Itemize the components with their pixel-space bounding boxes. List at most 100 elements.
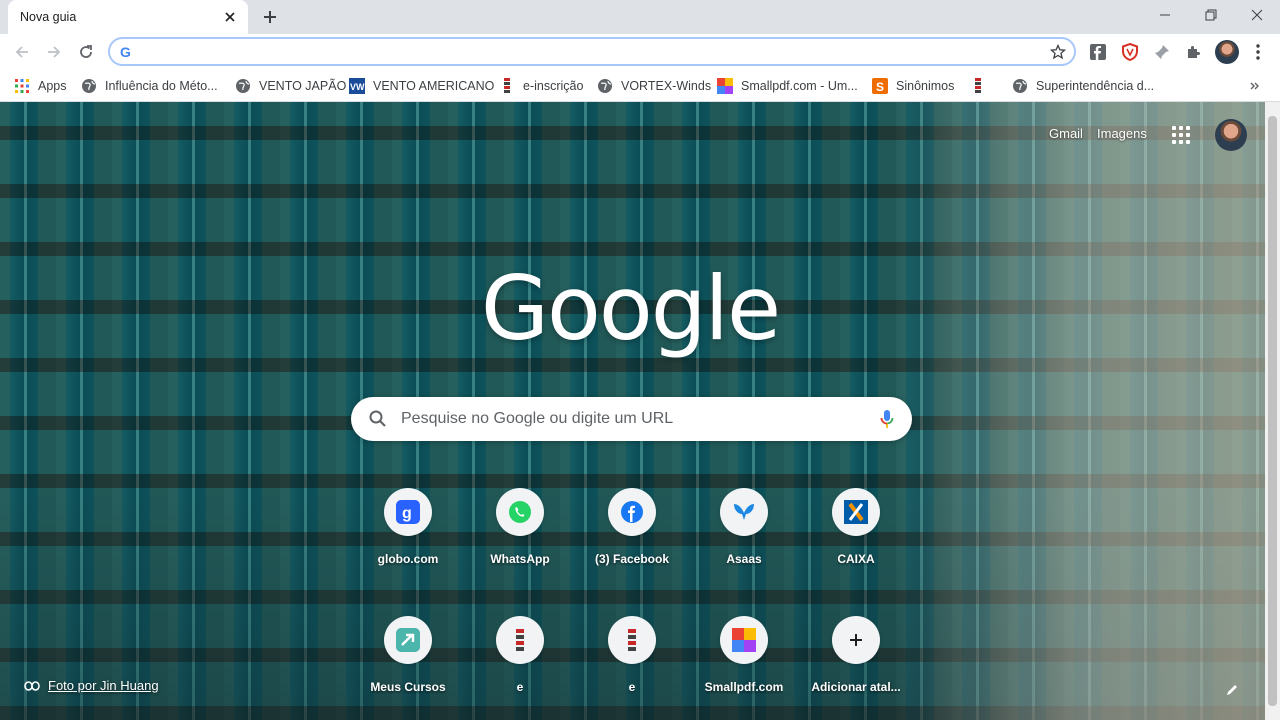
close-tab-icon[interactable]	[222, 9, 238, 25]
shortcut-label: Asaas	[726, 552, 762, 566]
tab-strip: Nova guia	[0, 0, 1280, 34]
bookmark-vento-americano[interactable]: VW VENTO AMERICANO	[349, 75, 494, 97]
bookmark-sinonimos[interactable]: S Sinônimos	[872, 75, 954, 97]
svg-text:g: g	[402, 505, 412, 522]
bookmark-label: VENTO AMERICANO	[373, 79, 495, 93]
pin-extension-icon[interactable]	[1150, 40, 1174, 64]
bookmark-vortex[interactable]: VORTEX-Winds	[597, 75, 711, 97]
bookmarks-overflow-icon[interactable]	[1250, 75, 1260, 97]
asaas-icon	[720, 488, 768, 536]
menu-kebab-icon[interactable]	[1246, 40, 1270, 64]
gmail-link[interactable]: Gmail	[1049, 126, 1083, 141]
profile-avatar[interactable]	[1215, 40, 1239, 64]
facebook-extension-icon[interactable]	[1086, 40, 1110, 64]
shortcut-tile[interactable]: Meus Cursos	[352, 600, 464, 712]
shortcut-tile[interactable]: WhatsApp	[464, 472, 576, 584]
scrollbar-thumb[interactable]	[1268, 116, 1277, 706]
reload-icon[interactable]	[72, 38, 100, 66]
add-shortcut-tile[interactable]: Adicionar atal...	[800, 600, 912, 712]
tab-title: Nova guia	[20, 10, 77, 24]
shortcut-tile[interactable]: CAIXA	[800, 472, 912, 584]
link-icon	[24, 680, 40, 691]
bookmark-label: Superintendência d...	[1036, 79, 1155, 93]
forward-icon[interactable]	[40, 38, 68, 66]
microphone-icon[interactable]	[880, 409, 894, 429]
account-avatar[interactable]	[1215, 119, 1247, 151]
photo-attribution[interactable]: Foto por Jin Huang	[24, 678, 159, 693]
shortcut-tile[interactable]: Smallpdf.com	[688, 600, 800, 712]
bookmark-label: VENTO JAPÃO	[259, 79, 347, 93]
shortcut-tile[interactable]: g globo.com	[352, 472, 464, 584]
bookmark-smallpdf[interactable]: Smallpdf.com - Um...	[717, 75, 858, 97]
globe-icon	[1012, 78, 1028, 94]
bookmark-vento-japao[interactable]: VENTO JAPÃO	[235, 75, 346, 97]
back-icon[interactable]	[8, 38, 36, 66]
bookmark-label: Influência do Méto...	[105, 79, 218, 93]
search-placeholder: Pesquise no Google ou digite um URL	[401, 410, 674, 427]
bookmark-apps[interactable]: Apps	[14, 75, 67, 97]
globe-icon	[597, 78, 613, 94]
shortcut-label: e	[628, 680, 636, 694]
shortcut-label: Smallpdf.com	[704, 680, 784, 694]
shortcut-label: globo.com	[377, 552, 439, 566]
shortcut-label: WhatsApp	[490, 552, 550, 566]
bookmark-label: VORTEX-Winds	[621, 79, 712, 93]
google-logo: Google	[480, 257, 781, 360]
bookmarks-bar: Apps Influência do Méto... VENTO JAPÃO V…	[0, 70, 1280, 102]
bookmark-label: e-inscrição	[523, 79, 584, 93]
attribution-text: Foto por Jin Huang	[48, 678, 159, 693]
edit-pencil-icon[interactable]	[1222, 680, 1242, 700]
bookmark-superintendencia[interactable]: Superintendência d...	[1012, 75, 1154, 97]
address-bar[interactable]: G	[108, 37, 1076, 66]
globe-icon	[235, 78, 251, 94]
facebook-icon	[608, 488, 656, 536]
extensions-puzzle-icon[interactable]	[1182, 40, 1206, 64]
stripe-icon	[496, 616, 544, 664]
plus-icon	[832, 616, 880, 664]
bookmark-label: Apps	[38, 79, 67, 93]
bookmark-label: Smallpdf.com - Um...	[741, 79, 858, 93]
new-tab-button[interactable]	[258, 5, 282, 29]
shortcut-label: Meus Cursos	[370, 680, 446, 694]
shortcut-label: CAIXA	[837, 552, 875, 566]
shield-extension-icon[interactable]	[1118, 40, 1142, 64]
shortcut-tile[interactable]: (3) Facebook	[576, 472, 688, 584]
svg-text:VW: VW	[350, 82, 365, 92]
bookmark-stripe[interactable]	[970, 75, 994, 97]
address-input[interactable]	[138, 41, 1050, 62]
bookmark-label: Sinônimos	[896, 79, 955, 93]
scrollbar[interactable]	[1265, 102, 1280, 720]
smallpdf-icon	[720, 616, 768, 664]
shortcut-tile[interactable]: e	[576, 600, 688, 712]
minimize-icon[interactable]	[1142, 0, 1188, 30]
google-favicon-icon: G	[120, 43, 131, 60]
bookmark-influencia[interactable]: Influência do Méto...	[81, 75, 218, 97]
search-icon	[369, 410, 387, 428]
google-apps-icon[interactable]	[1170, 124, 1192, 146]
tab-active[interactable]: Nova guia	[8, 0, 248, 34]
bookmark-star-icon[interactable]	[1050, 43, 1066, 60]
cursos-icon	[384, 616, 432, 664]
search-box[interactable]: Pesquise no Google ou digite um URL	[351, 397, 912, 441]
globo-icon: g	[384, 488, 432, 536]
caixa-icon	[832, 488, 880, 536]
shortcut-tile[interactable]: e	[464, 600, 576, 712]
stripe-icon	[499, 78, 515, 94]
close-window-icon[interactable]	[1234, 0, 1280, 30]
svg-text:S: S	[876, 80, 884, 94]
bookmark-e-inscricao[interactable]: e-inscrição	[499, 75, 583, 97]
globe-icon	[81, 78, 97, 94]
restore-icon[interactable]	[1188, 0, 1234, 30]
shortcut-label: Adicionar atal...	[811, 680, 901, 694]
vw-icon: VW	[349, 78, 365, 94]
stripe-icon	[608, 616, 656, 664]
smallpdf-icon	[717, 78, 733, 94]
apps-grid-icon	[14, 78, 30, 94]
toolbar: G	[0, 34, 1280, 70]
shortcut-label: e	[516, 680, 524, 694]
images-link[interactable]: Imagens	[1097, 126, 1147, 141]
shortcut-tile[interactable]: Asaas	[688, 472, 800, 584]
whatsapp-icon	[496, 488, 544, 536]
shortcut-label: (3) Facebook	[594, 552, 669, 566]
new-tab-page: Gmail Imagens Google Pesquise no Google …	[0, 102, 1280, 720]
